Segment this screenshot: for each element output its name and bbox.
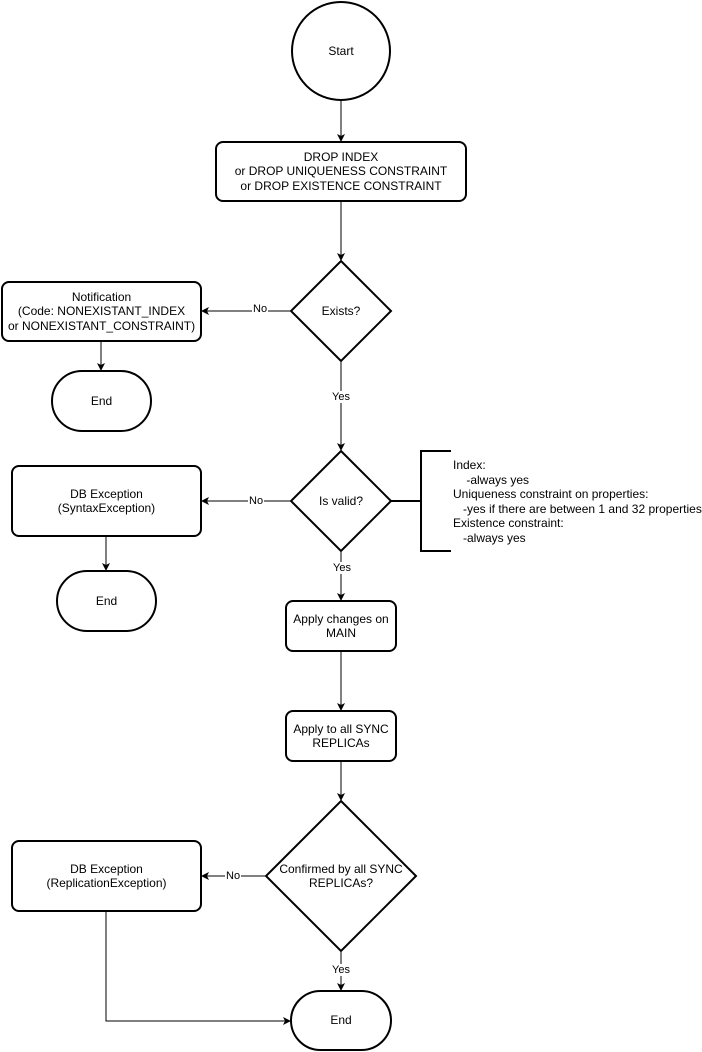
exists-decision: Exists?	[321, 303, 361, 318]
apply-main-node: Apply changes on MAIN	[293, 611, 389, 641]
start-node: Start	[328, 43, 354, 58]
end-node-3: End	[330, 1013, 352, 1028]
edge-label-confirmed-no: No	[225, 870, 242, 882]
replication-exception-node: DB Exception (ReplicationException)	[46, 861, 167, 891]
confirmed-decision: Confirmed by all SYNC REPLICAs?	[279, 861, 403, 891]
notification-node: Notification (Code: NONEXISTANT_INDEX or…	[7, 289, 196, 333]
drop-command-node: DROP INDEX or DROP UNIQUENESS CONSTRAINT…	[234, 149, 448, 193]
edge-replication-to-end	[105, 911, 291, 1025]
edge-label-exists-no: No	[252, 303, 269, 315]
annotation-bracket	[420, 450, 451, 552]
edge-label-valid-no: No	[248, 495, 265, 507]
end-node-1: End	[90, 393, 113, 408]
syntax-exception-node: DB Exception (SyntaxException)	[57, 486, 156, 516]
edge-label-confirmed-yes: Yes	[331, 964, 351, 976]
is-valid-decision: Is valid?	[318, 493, 364, 508]
validity-annotation: Index: -always yes Uniqueness constraint…	[453, 458, 702, 545]
edge-label-exists-yes: Yes	[331, 391, 351, 403]
edge-label-valid-yes: Yes	[332, 562, 352, 574]
end-node-2: End	[95, 593, 118, 608]
apply-sync-node: Apply to all SYNC REPLICAs	[293, 721, 389, 751]
